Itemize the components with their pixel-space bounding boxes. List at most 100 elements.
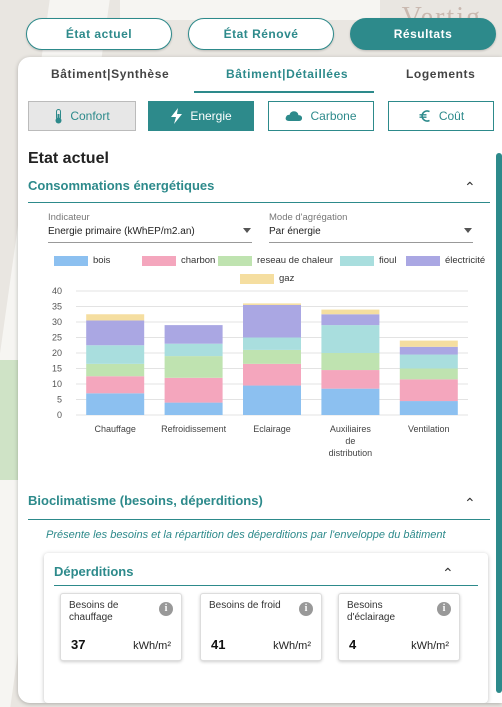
subtab-batiment-synthese[interactable]: Bâtiment|Synthèse <box>51 67 169 81</box>
bar-segment <box>243 337 301 350</box>
legend-item[interactable]: charbon <box>142 255 215 266</box>
section-divider <box>54 585 478 586</box>
aggregation-label: Mode d'agrégation <box>269 212 348 223</box>
view-switcher: État actuel État Rénové Résultats <box>26 18 496 50</box>
legend-item[interactable]: électricité <box>406 255 485 266</box>
deperditions-card: Déperditions ⌃ Besoins de chauffage i 37… <box>44 553 488 703</box>
subtab-logements[interactable]: Logements <box>406 67 475 81</box>
indicator-label: Indicateur <box>48 212 90 223</box>
x-tick-label: Eclairage <box>253 424 291 434</box>
info-icon[interactable]: i <box>437 602 451 616</box>
bar-segment <box>86 376 145 394</box>
metric-unit: kWh/m² <box>273 640 311 652</box>
legend-swatch <box>340 255 374 266</box>
bar-segment <box>86 320 145 346</box>
lightning-icon <box>170 108 183 124</box>
cloud-icon <box>285 110 303 122</box>
aggregation-underline <box>269 242 473 243</box>
confort-button[interactable]: Confort <box>28 101 136 131</box>
tab-etat-actuel[interactable]: État actuel <box>26 18 172 50</box>
bar-segment <box>321 314 380 326</box>
subtab-bar: Bâtiment|Synthèse Bâtiment|Détaillées Lo… <box>18 57 502 95</box>
subtab-batiment-detaillees[interactable]: Bâtiment|Détaillées <box>226 67 348 81</box>
chevron-up-icon[interactable]: ⌃ <box>442 565 454 582</box>
indicator-select[interactable]: Energie primaire (kWhEP/m2.an) <box>48 226 195 237</box>
bar-segment <box>243 363 301 386</box>
energie-label: Energie <box>190 109 232 123</box>
bar-segment <box>321 388 380 415</box>
x-tick-label: Refroidissement <box>161 424 227 434</box>
euro-icon <box>418 109 432 123</box>
tab-resultats[interactable]: Résultats <box>350 18 496 50</box>
bar-segment <box>399 379 458 402</box>
x-tick-label: Ventilation <box>408 424 450 434</box>
legend-item[interactable]: bois <box>54 255 110 266</box>
legend-swatch <box>142 255 176 266</box>
bar-segment <box>321 370 380 389</box>
cout-button[interactable]: Coût <box>388 101 494 131</box>
legend-item[interactable]: gaz <box>240 273 294 284</box>
carbone-label: Carbone <box>310 109 357 123</box>
y-tick-label: 20 <box>52 348 62 358</box>
chevron-down-icon[interactable] <box>243 228 251 233</box>
energie-button[interactable]: Energie <box>148 101 254 131</box>
bar-segment <box>399 346 458 355</box>
bar-segment <box>399 354 458 369</box>
metric-unit: kWh/m² <box>133 640 171 652</box>
y-tick-label: 40 <box>52 286 62 296</box>
info-icon[interactable]: i <box>299 602 313 616</box>
bar-segment <box>243 385 301 415</box>
metric-unit: kWh/m² <box>411 640 449 652</box>
legend-item[interactable]: fioul <box>340 255 396 266</box>
scrollbar[interactable] <box>496 153 502 693</box>
chevron-up-icon[interactable]: ⌃ <box>464 495 476 512</box>
chevron-up-icon[interactable]: ⌃ <box>464 179 476 196</box>
bioclimatisme-section-header[interactable]: Bioclimatisme (besoins, déperditions) <box>28 493 263 508</box>
bar-segment <box>164 402 223 415</box>
metric-value: 4 <box>349 637 357 652</box>
metric-value: 41 <box>211 637 226 652</box>
info-icon[interactable]: i <box>159 602 173 616</box>
y-tick-label: 0 <box>57 410 62 420</box>
legend-swatch <box>218 255 252 266</box>
results-panel: Bâtiment|Synthèse Bâtiment|Détaillées Lo… <box>18 57 502 703</box>
energy-stacked-bar-chart: 0 5 10 15 20 25 30 35 40 Chauffage Refroidissement… <box>52 286 468 458</box>
section-divider <box>28 202 490 203</box>
tab-etat-renove[interactable]: État Rénové <box>188 18 334 50</box>
carbone-button[interactable]: Carbone <box>268 101 374 131</box>
bar-segment <box>86 363 145 377</box>
bioclimatisme-description: Présente les besoins et la répartition d… <box>46 529 446 541</box>
legend-item[interactable]: reseau de chaleur <box>218 255 333 266</box>
page-title: Etat actuel <box>28 150 109 167</box>
x-tick-label: distribution <box>329 448 373 458</box>
bar-segment <box>164 377 223 403</box>
y-tick-label: 15 <box>52 364 62 374</box>
section-divider <box>28 519 490 520</box>
chevron-down-icon[interactable] <box>464 228 472 233</box>
category-buttons: Confort Energie Carbone Coût <box>18 101 502 133</box>
bar-segment <box>164 356 223 378</box>
x-tick-label: Auxiliaires <box>330 424 372 434</box>
bar-segment <box>321 325 380 353</box>
legend-label: reseau de chaleur <box>257 255 334 266</box>
bar-segment <box>399 368 458 380</box>
metric-label: Besoins de chauffage <box>69 600 119 623</box>
bar-segment <box>243 349 301 364</box>
aggregation-select[interactable]: Par énergie <box>269 226 321 237</box>
deperditions-header[interactable]: Déperditions <box>54 564 133 579</box>
legend-swatch <box>240 273 274 284</box>
bar-segment <box>164 325 223 344</box>
metric-value: 37 <box>71 637 86 652</box>
metric-card-eclairage: Besoins d'éclairage i 4 kWh/m² <box>338 593 460 661</box>
y-tick-label: 10 <box>52 379 62 389</box>
legend-label: fioul <box>379 255 397 266</box>
bar-segment <box>86 314 145 321</box>
x-tick-label: de <box>345 436 355 446</box>
consommations-section-header[interactable]: Consommations énergétiques <box>28 178 214 193</box>
metric-card-chauffage: Besoins de chauffage i 37 kWh/m² <box>60 593 182 661</box>
bar-segment <box>243 303 301 305</box>
y-tick-label: 30 <box>52 317 62 327</box>
legend-swatch <box>406 255 440 266</box>
metric-label: Besoins de froid <box>209 600 281 611</box>
metric-card-froid: Besoins de froid i 41 kWh/m² <box>200 593 322 661</box>
